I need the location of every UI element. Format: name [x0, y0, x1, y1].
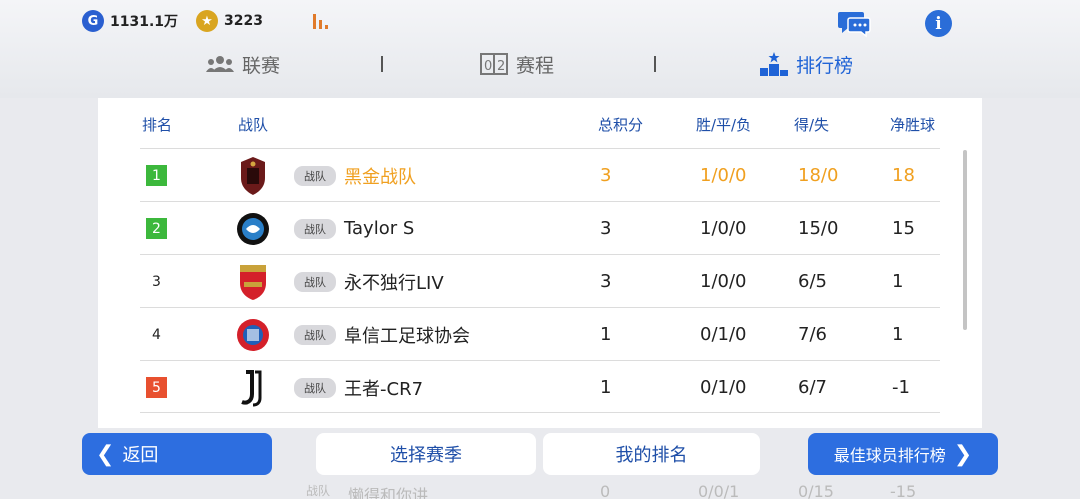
- rank-badge: 5: [146, 377, 167, 398]
- podium-icon: [760, 52, 788, 76]
- my-rank-button[interactable]: 我的排名: [543, 433, 760, 475]
- star-currency-value: 3223: [224, 13, 263, 29]
- tab-league-label: 联赛: [242, 54, 281, 77]
- star-coin-icon: ★: [196, 10, 218, 32]
- rank-number: 4: [152, 326, 161, 343]
- top-bar: G 1131.1万 ★ 3223 i 联赛 0 2 赛程 排行榜: [0, 0, 1080, 98]
- team-tag: 战队: [294, 271, 336, 292]
- team-tag: 战队: [306, 484, 331, 498]
- back-button-label: 返回: [122, 445, 159, 466]
- select-season-button[interactable]: 选择赛季: [316, 433, 536, 475]
- header-points: 总积分: [598, 116, 644, 134]
- team-tag: 战队: [294, 324, 336, 345]
- g-currency: G 1131.1万: [82, 10, 178, 32]
- goals: 18/0: [798, 165, 839, 186]
- schedule-icon: 0 2: [480, 53, 508, 75]
- g-coin-icon: G: [82, 10, 104, 32]
- best-players-ranking-button[interactable]: 最佳球员排行榜 ❯: [808, 433, 998, 475]
- wdl: 1/0/0: [700, 165, 747, 186]
- goal-diff: 1: [892, 271, 904, 292]
- points: 3: [600, 271, 612, 292]
- bayern-crest-icon: [237, 318, 269, 351]
- goals: 6/5: [798, 271, 827, 292]
- team-name: 王者-CR7: [344, 378, 424, 400]
- juventus-crest-icon: [241, 369, 262, 406]
- tab-bar: 联赛 0 2 赛程 排行榜: [0, 48, 1080, 80]
- star-currency: ★ 3223: [196, 10, 263, 32]
- header-goals: 得/失: [794, 116, 830, 134]
- people-icon: [206, 56, 234, 72]
- chevron-right-icon: ❯: [953, 441, 973, 467]
- team-tag: 战队: [294, 377, 336, 398]
- info-icon[interactable]: i: [925, 10, 952, 37]
- svg-text:0: 0: [484, 59, 492, 74]
- team-name: 懒得和你讲: [348, 486, 429, 499]
- tab-ranking[interactable]: 排行榜: [760, 48, 853, 80]
- tab-schedule[interactable]: 0 2 赛程: [480, 48, 554, 80]
- points: 1: [600, 377, 612, 398]
- team-name: 永不独行LIV: [344, 272, 444, 294]
- points: 3: [600, 165, 612, 186]
- team-name: 黑金战队: [344, 166, 416, 188]
- team-name: 阜信工足球协会: [344, 325, 470, 347]
- standings-table: 排名 战队 总积分 胜/平/负 得/失 净胜球 1 战队 黑金战队 3 1/0/…: [98, 98, 982, 428]
- tab-schedule-label: 赛程: [516, 54, 555, 77]
- chat-icon[interactable]: [838, 10, 872, 38]
- points: 0: [600, 482, 611, 499]
- wdl: 0/1/0: [700, 377, 747, 398]
- round-crest-icon: [237, 212, 269, 245]
- wdl: 0/1/0: [700, 324, 747, 345]
- header-rank: 排名: [142, 116, 173, 134]
- table-row[interactable]: 5 战队 王者-CR7 1 0/1/0 6/7 -1: [140, 360, 940, 413]
- table-row-faded: 战队 懒得和你讲 0 0/0/1 0/15 -15: [98, 478, 982, 499]
- table-row[interactable]: 4 战队 阜信工足球协会 1 0/1/0 7/6 1: [140, 307, 940, 360]
- wdl: 1/0/0: [700, 218, 747, 239]
- tab-league[interactable]: 联赛: [206, 48, 280, 80]
- chevron-left-icon: ❮: [96, 441, 115, 467]
- header-goal-diff: 净胜球: [890, 116, 936, 134]
- rank-badge: 1: [146, 165, 167, 186]
- wdl: 0/0/1: [698, 482, 740, 499]
- rank-badge: 2: [146, 218, 167, 239]
- goals: 7/6: [798, 324, 827, 345]
- svg-text:2: 2: [497, 59, 505, 74]
- tab-divider: [381, 56, 383, 72]
- table-row[interactable]: 2 战队 Taylor S 3 1/0/0 15/0 15: [140, 201, 940, 254]
- black-gold-crest-icon: [241, 156, 265, 195]
- points: 3: [600, 218, 612, 239]
- points: 1: [600, 324, 612, 345]
- goal-diff: 15: [892, 218, 915, 239]
- g-currency-value: 1131.1万: [110, 14, 179, 30]
- goals: 6/7: [798, 377, 827, 398]
- tab-ranking-label: 排行榜: [796, 54, 854, 77]
- team-tag: 战队: [294, 218, 336, 239]
- arsenal-crest-icon: [240, 264, 266, 300]
- signal-bars-icon: [313, 14, 328, 29]
- goal-diff: 18: [892, 165, 915, 186]
- table-row[interactable]: 1 战队 黑金战队 3 1/0/0 18/0 18: [140, 148, 940, 201]
- goal-diff: -1: [892, 377, 910, 398]
- table-row[interactable]: 3 战队 永不独行LIV 3 1/0/0 6/5 1: [140, 254, 940, 307]
- goals: 0/15: [798, 482, 834, 499]
- table-header: 排名 战队 总积分 胜/平/负 得/失 净胜球: [98, 98, 982, 146]
- team-tag: 战队: [294, 165, 336, 186]
- header-wdl: 胜/平/负: [696, 116, 752, 134]
- back-button[interactable]: ❮ 返回: [82, 433, 272, 475]
- goal-diff: 1: [892, 324, 904, 345]
- tab-divider: [654, 56, 656, 72]
- goal-diff: -15: [890, 482, 917, 499]
- best-players-ranking-label: 最佳球员排行榜: [833, 446, 946, 465]
- rank-number: 3: [152, 273, 161, 290]
- wdl: 1/0/0: [700, 271, 747, 292]
- team-name: Taylor S: [344, 218, 415, 239]
- header-team: 战队: [238, 116, 269, 134]
- goals: 15/0: [798, 218, 839, 239]
- scrollbar[interactable]: [963, 150, 967, 330]
